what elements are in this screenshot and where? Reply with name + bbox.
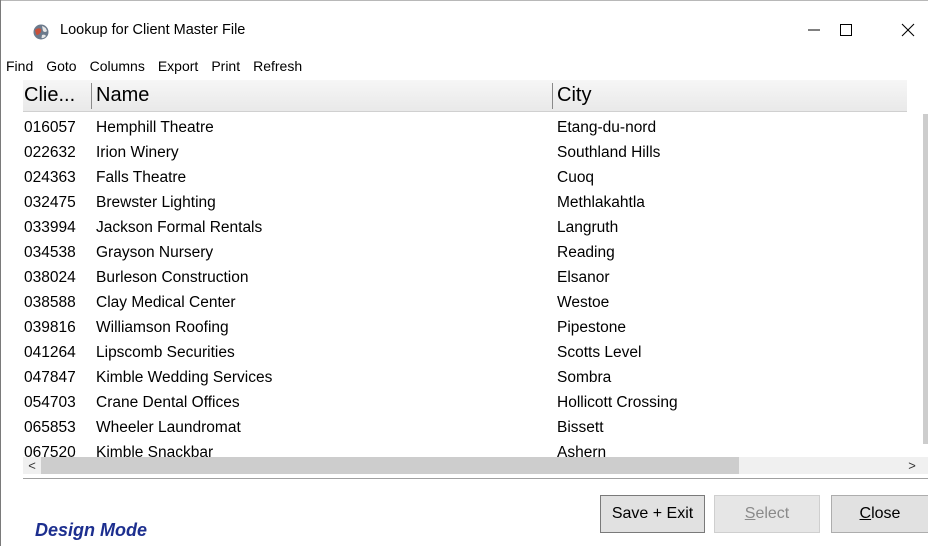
client-name: Falls Theatre xyxy=(96,169,187,186)
menu-print[interactable]: Print xyxy=(211,55,240,77)
table-row[interactable]: 034538 Grayson Nursery Reading xyxy=(23,241,907,266)
client-name: Clay Medical Center xyxy=(96,294,236,311)
select-label-rest: elect xyxy=(755,505,790,522)
client-name: Kimble Wedding Services xyxy=(96,369,273,386)
client-name: Grayson Nursery xyxy=(96,244,214,261)
client-id: 054703 xyxy=(24,394,76,411)
client-name: Burleson Construction xyxy=(96,269,249,286)
close-icon xyxy=(901,23,915,42)
select-accelerator: S xyxy=(744,505,756,522)
client-name: Irion Winery xyxy=(96,144,179,161)
table-row[interactable]: 022632 Irion Winery Southland Hills xyxy=(23,141,907,166)
table-row[interactable]: 038588 Clay Medical Center Westoe xyxy=(23,291,907,316)
client-id: 032475 xyxy=(24,194,76,211)
close-accelerator: C xyxy=(859,505,872,522)
client-grid[interactable]: Clie... Name City 016057 Hemphill Theatre… xyxy=(1,80,907,474)
grid-header: Clie... Name City xyxy=(23,80,907,112)
client-id: 038024 xyxy=(24,269,76,286)
client-name: Crane Dental Offices xyxy=(96,394,240,411)
column-separator[interactable] xyxy=(91,83,92,109)
table-row[interactable]: 032475 Brewster Lighting Methlakahtla xyxy=(23,191,907,216)
minimize-icon xyxy=(808,23,820,41)
close-window-button[interactable] xyxy=(885,14,928,50)
client-name: Lipscomb Securities xyxy=(96,344,235,361)
client-id: 047847 xyxy=(24,369,76,386)
client-name: Hemphill Theatre xyxy=(96,119,214,136)
lookup-window: Lookup for Client Master File Find Goto … xyxy=(0,0,928,546)
client-city: Scotts Level xyxy=(557,344,642,361)
client-city: Cuoq xyxy=(557,169,595,186)
close-label-rest: lose xyxy=(871,505,901,522)
client-name: Brewster Lighting xyxy=(96,194,216,211)
select-label: Select xyxy=(745,505,789,523)
client-city: Bissett xyxy=(557,419,604,436)
table-row[interactable]: 065853 Wheeler Laundromat Bissett xyxy=(23,416,907,441)
menu-columns[interactable]: Columns xyxy=(90,55,145,77)
scroll-right-arrow-icon[interactable]: > xyxy=(903,457,921,474)
grid-rows: 016057 Hemphill Theatre Etang-du-nord 0226… xyxy=(23,116,907,466)
menu-find[interactable]: Find xyxy=(6,55,33,77)
client-id: 065853 xyxy=(24,419,76,436)
client-id: 033994 xyxy=(24,219,76,236)
client-id: 024363 xyxy=(24,169,76,186)
client-id: 016057 xyxy=(24,119,76,136)
maximize-button[interactable] xyxy=(823,14,869,50)
menu-bar: Find Goto Columns Export Print Refresh xyxy=(1,55,302,77)
client-city: Reading xyxy=(557,244,615,261)
table-row[interactable]: 047847 Kimble Wedding Services Sombra xyxy=(23,366,907,391)
client-city: Elsanor xyxy=(557,269,610,286)
table-row[interactable]: 033994 Jackson Formal Rentals Langruth xyxy=(23,216,907,241)
column-header-client[interactable]: Clie... xyxy=(24,84,75,107)
title-bar[interactable]: Lookup for Client Master File xyxy=(1,1,928,51)
footer-divider xyxy=(23,478,928,479)
column-header-name[interactable]: Name xyxy=(96,84,149,107)
save-exit-label: Save + Exit xyxy=(611,505,694,522)
design-mode-label[interactable]: Design Mode xyxy=(35,520,147,541)
window-title: Lookup for Client Master File xyxy=(60,22,246,38)
scroll-left-arrow-icon[interactable]: < xyxy=(23,457,41,474)
client-name: Wheeler Laundromat xyxy=(96,419,241,436)
menu-export[interactable]: Export xyxy=(158,55,198,77)
client-id: 039816 xyxy=(24,319,76,336)
close-label: Close xyxy=(860,505,901,523)
horizontal-scrollbar[interactable]: < > xyxy=(23,457,928,474)
select-button[interactable]: Select xyxy=(714,495,820,533)
table-row[interactable]: 038024 Burleson Construction Elsanor xyxy=(23,266,907,291)
table-row[interactable]: 024363 Falls Theatre Cuoq xyxy=(23,166,907,191)
menu-refresh[interactable]: Refresh xyxy=(253,55,302,77)
client-city: Methlakahtla xyxy=(557,194,645,211)
client-city: Southland Hills xyxy=(557,144,661,161)
close-button[interactable]: Close xyxy=(831,495,928,533)
client-id: 022632 xyxy=(24,144,76,161)
menu-goto[interactable]: Goto xyxy=(46,55,76,77)
table-row[interactable]: 041264 Lipscomb Securities Scotts Level xyxy=(23,341,907,366)
maximize-icon xyxy=(840,23,852,41)
client-city: Etang-du-nord xyxy=(557,119,657,136)
client-id: 041264 xyxy=(24,344,76,361)
client-city: Hollicott Crossing xyxy=(557,394,678,411)
table-row[interactable]: 054703 Crane Dental Offices Hollicott Cros… xyxy=(23,391,907,416)
table-row[interactable]: 039816 Williamson Roofing Pipestone xyxy=(23,316,907,341)
column-header-city[interactable]: City xyxy=(557,84,591,107)
client-city: Westoe xyxy=(557,294,610,311)
app-globe-icon xyxy=(33,24,49,40)
horizontal-scrollbar-thumb[interactable] xyxy=(41,457,739,474)
client-city: Sombra xyxy=(557,369,612,386)
vertical-scrollbar-thumb[interactable] xyxy=(923,114,928,444)
client-id: 038588 xyxy=(24,294,76,311)
client-name: Williamson Roofing xyxy=(96,319,229,336)
column-separator[interactable] xyxy=(552,83,553,109)
client-city: Langruth xyxy=(557,219,619,236)
client-name: Jackson Formal Rentals xyxy=(96,219,263,236)
client-id: 034538 xyxy=(24,244,76,261)
client-city: Pipestone xyxy=(557,319,626,336)
table-row[interactable]: 016057 Hemphill Theatre Etang-du-nord xyxy=(23,116,907,141)
save-exit-button[interactable]: Save + Exit xyxy=(600,495,705,533)
